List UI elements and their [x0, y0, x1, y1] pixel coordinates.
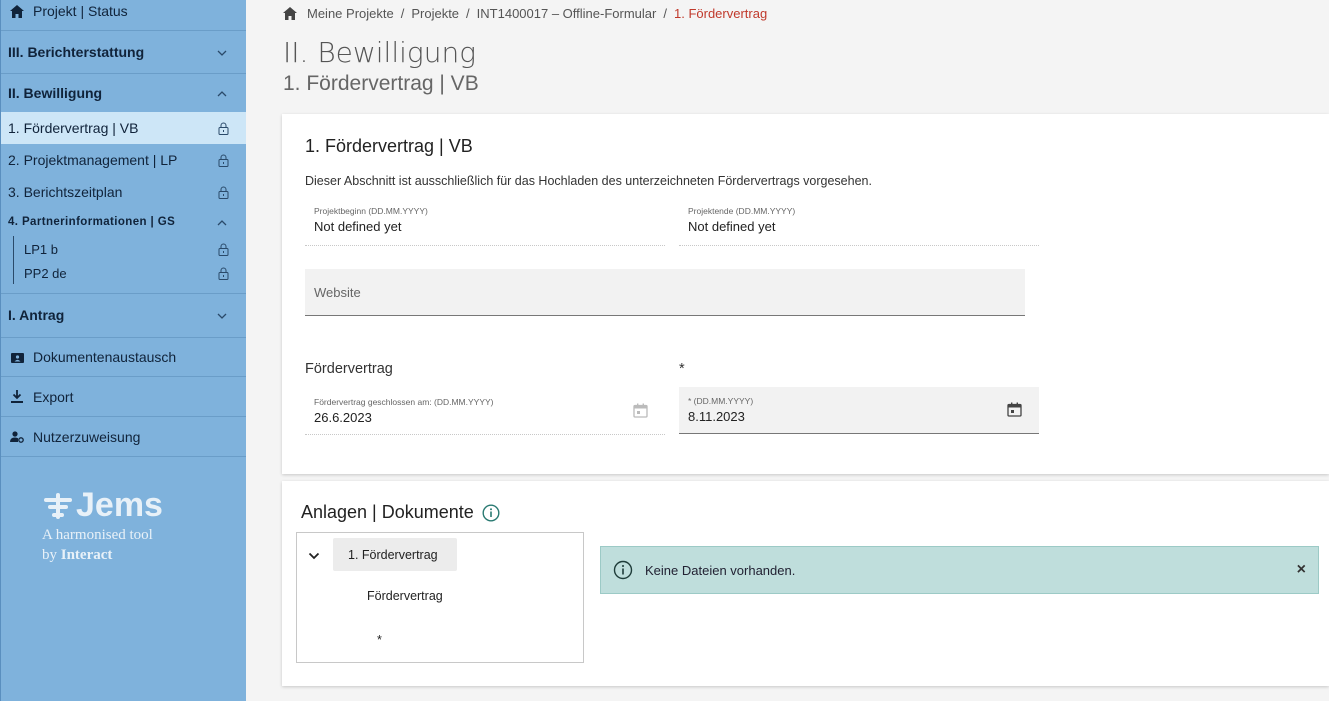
page-subtitle: 1. Fördervertrag | VB — [283, 72, 479, 95]
section-label: Fördervertrag — [305, 361, 393, 377]
page-title: II. Bewilligung — [283, 36, 476, 69]
tree-node-funding-contract[interactable]: 1. Fördervertrag — [333, 538, 457, 571]
breadcrumb-projects[interactable]: Projekte — [411, 6, 459, 21]
sidebar-item-reporting-schedule[interactable]: 3. Berichtszeitplan — [1, 176, 246, 208]
sidebar-item-partner-pp2[interactable]: PP2 de — [1, 261, 246, 285]
field-value: Not defined yet — [314, 219, 402, 234]
sidebar-item-partner-lp1[interactable]: LP1 b — [1, 237, 246, 261]
sidebar-item-label: 2. Projektmanagement | LP — [8, 152, 178, 168]
calendar-icon[interactable] — [1007, 402, 1022, 422]
sidebar-item-label: 4. Partnerinformationen | GS — [8, 216, 176, 228]
logo-tagline-by: by Interact — [42, 545, 212, 565]
attachments-title: Anlagen | Dokumente — [301, 502, 474, 522]
lock-icon — [216, 122, 230, 135]
tree-leaf-star[interactable]: * — [377, 633, 382, 647]
sidebar-item-label: Projekt | Status — [33, 3, 128, 19]
project-start-field: Projektbeginn (DD.MM.YYYY) Not defined y… — [305, 200, 665, 246]
sidebar-item-reporting[interactable]: III. Berichterstattung — [1, 31, 246, 73]
jems-logo: Jems A harmonised tool by Interact — [42, 486, 212, 565]
breadcrumb-project[interactable]: INT1400017 – Offline-Formular — [477, 6, 657, 21]
card-title: Anlagen | Dokumente — [301, 502, 500, 523]
info-icon — [613, 560, 633, 580]
sidebar-item-funding-contract[interactable]: 1. Fördervertrag | VB — [1, 112, 246, 144]
sidebar-item-label: Nutzerzuweisung — [33, 428, 141, 445]
sidebar-item-label: I. Antrag — [8, 307, 65, 323]
sidebar-item-export[interactable]: Export — [1, 377, 246, 416]
file-tree: 1. Fördervertrag Fördervertrag * — [296, 532, 584, 663]
download-icon — [10, 390, 24, 404]
tree-leaf-funding-contract[interactable]: Fördervertrag — [367, 589, 443, 603]
logo-tagline: A harmonised tool — [42, 527, 153, 543]
divider — [1, 456, 246, 457]
funding-contract-card: 1. Fördervertrag | VB Dieser Abschnitt i… — [282, 114, 1329, 474]
contract-date-field[interactable]: * (DD.MM.YYYY) 8.11.2023 — [679, 387, 1039, 434]
lock-icon — [216, 186, 230, 199]
chevron-down-icon — [214, 308, 230, 322]
field-label: Projektende (DD.MM.YYYY) — [688, 206, 796, 216]
breadcrumb-current: 1. Fördervertrag — [673, 5, 768, 21]
info-icon[interactable] — [482, 503, 500, 522]
logo-brand: Interact — [60, 547, 113, 563]
lock-icon — [216, 154, 230, 167]
lock-icon — [216, 243, 230, 256]
field-label: Fördervertrag geschlossen am: (DD.MM.YYY… — [314, 397, 494, 407]
sidebar: Projekt | Status III. Berichterstattung … — [0, 0, 246, 701]
breadcrumb-my-projects[interactable]: Meine Projekte — [307, 6, 394, 21]
alert-message: Keine Dateien vorhanden. — [645, 562, 796, 578]
breadcrumb-separator: / — [466, 5, 470, 21]
sidebar-item-label: Export — [33, 388, 74, 405]
required-star: * — [679, 361, 685, 377]
contract-concluded-field: Fördervertrag geschlossen am: (DD.MM.YYY… — [305, 388, 665, 435]
logo-by: by — [42, 547, 57, 563]
sidebar-item-label: II. Bewilligung — [8, 85, 103, 101]
folder-icon — [10, 350, 24, 364]
website-field — [305, 269, 1025, 316]
field-label: * (DD.MM.YYYY) — [688, 396, 754, 406]
logo-wordmark: Jems — [42, 486, 212, 525]
card-title: 1. Fördervertrag | VB — [305, 136, 473, 156]
no-files-alert: Keine Dateien vorhanden. × — [600, 546, 1319, 594]
breadcrumb: Meine Projekte / Projekte / INT1400017 –… — [283, 4, 767, 22]
sidebar-item-partner-info[interactable]: 4. Partnerinformationen | GS — [1, 208, 246, 236]
sidebar-item-application[interactable]: I. Antrag — [1, 294, 246, 336]
user-settings-icon — [10, 430, 24, 444]
field-value: 8.11.2023 — [688, 409, 745, 424]
sidebar-item-label: LP1 b — [24, 241, 58, 257]
project-end-field: Projektende (DD.MM.YYYY) Not defined yet — [679, 200, 1039, 246]
logo-text: Jems — [76, 486, 163, 524]
website-input[interactable] — [305, 269, 1025, 315]
sidebar-item-project-management[interactable]: 2. Projektmanagement | LP — [1, 144, 246, 176]
breadcrumb-separator: / — [663, 5, 667, 21]
card-description: Dieser Abschnitt ist ausschließlich für … — [305, 174, 872, 188]
sidebar-item-label: 3. Berichtszeitplan — [8, 184, 123, 200]
chevron-down-icon — [214, 45, 230, 59]
sidebar-item-label: Dokumentenaustausch — [33, 349, 177, 365]
sidebar-item-documents[interactable]: Dokumentenaustausch — [1, 338, 246, 376]
sidebar-item-label: PP2 de — [24, 265, 67, 281]
chevron-up-icon — [214, 215, 230, 229]
sidebar-item-user-assignment[interactable]: Nutzerzuweisung — [1, 417, 246, 456]
field-label: Projektbeginn (DD.MM.YYYY) — [314, 206, 428, 216]
breadcrumb-separator: / — [400, 5, 405, 21]
chevron-down-icon[interactable] — [308, 547, 320, 565]
home-icon — [10, 4, 24, 18]
chevron-up-icon — [214, 86, 230, 100]
home-icon[interactable] — [283, 6, 297, 20]
sidebar-item-project-status[interactable]: Projekt | Status — [1, 0, 246, 22]
field-value: 26.6.2023 — [314, 410, 372, 425]
close-icon[interactable]: × — [1297, 561, 1306, 579]
lock-icon — [216, 267, 230, 280]
sidebar-item-label: 1. Fördervertrag | VB — [8, 120, 139, 136]
sidebar-item-label: III. Berichterstattung — [8, 44, 145, 60]
calendar-icon — [633, 403, 648, 423]
field-value: Not defined yet — [688, 219, 776, 234]
sidebar-item-approval[interactable]: II. Bewilligung — [1, 74, 246, 112]
logo-mark-icon — [44, 492, 72, 519]
attachments-card: Anlagen | Dokumente 1. Fördervertrag För… — [282, 481, 1329, 686]
